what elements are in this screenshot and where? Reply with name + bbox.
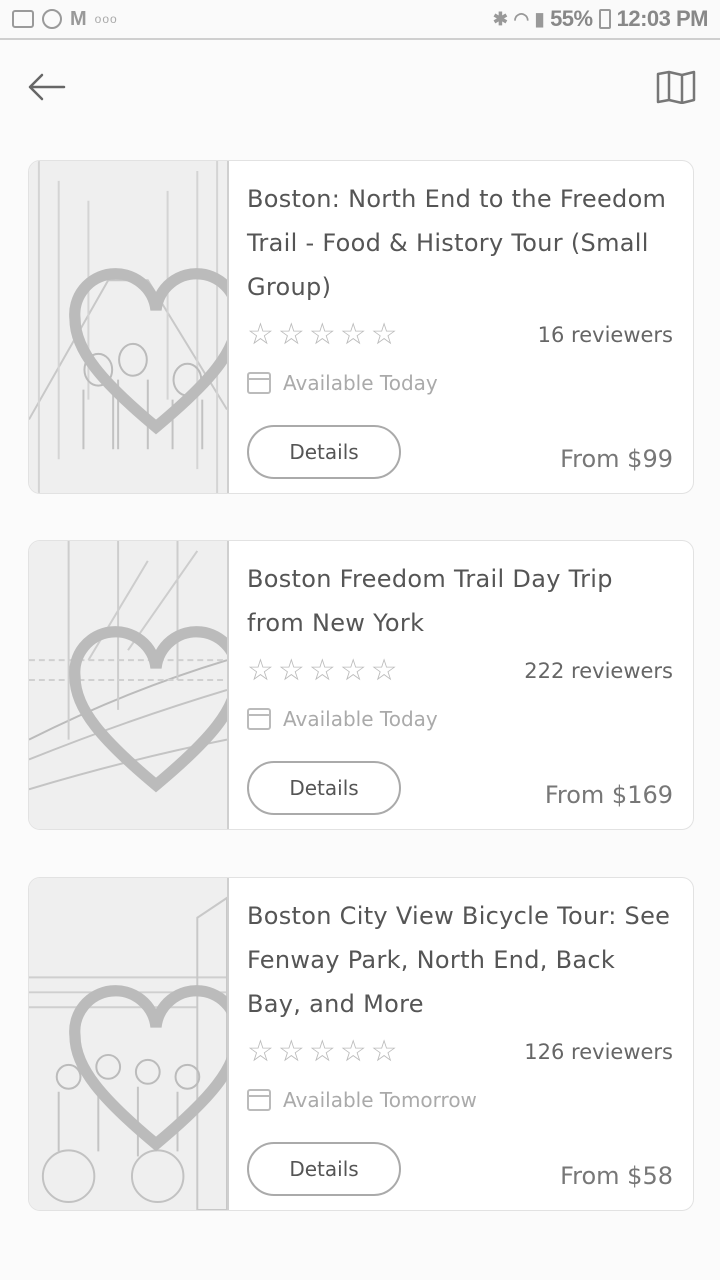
status-bar-right: ✱ ◠ ▮ 55% 12:03 PM [492, 6, 709, 32]
card-footer: Details From $99 [247, 425, 673, 479]
star-icon: ☆ [308, 653, 336, 688]
star-icon: ☆ [308, 317, 336, 352]
review-count: 126 reviewers [524, 1040, 673, 1064]
calendar-icon [247, 708, 271, 730]
star-icon: ☆ [308, 1034, 336, 1069]
tour-card[interactable]: Boston Freedom Trail Day Trip from New Y… [28, 540, 694, 830]
clock: 12:03 PM [616, 6, 709, 31]
pinwheel-icon [42, 9, 62, 29]
availability: Available Today [247, 699, 673, 739]
tour-title[interactable]: Boston: North End to the Freedom Trail -… [247, 177, 673, 309]
star-icon: ☆ [277, 653, 305, 688]
favorite-heart-icon[interactable] [57, 906, 229, 1210]
tour-title[interactable]: Boston Freedom Trail Day Trip from New Y… [247, 557, 673, 645]
star-icon: ☆ [277, 317, 305, 352]
rating-stars: ☆ ☆ ☆ ☆ ☆ [247, 656, 398, 686]
favorite-heart-icon[interactable] [57, 189, 229, 493]
star-icon: ☆ [339, 653, 367, 688]
price: From $99 [560, 445, 673, 473]
tour-image [29, 878, 229, 1210]
tour-info: Boston City View Bicycle Tour: See Fenwa… [247, 894, 673, 1120]
rating-row: ☆ ☆ ☆ ☆ ☆ 222 reviewers [247, 651, 673, 691]
tour-info: Boston: North End to the Freedom Trail -… [247, 177, 673, 403]
image-icon [12, 10, 34, 28]
review-count: 222 reviewers [524, 659, 673, 683]
more-dots-icon: ooo [94, 12, 118, 26]
rating-row: ☆ ☆ ☆ ☆ ☆ 16 reviewers [247, 315, 673, 355]
status-bar-left: M ooo [12, 8, 118, 31]
availability-text: Available Today [283, 371, 438, 395]
star-icon: ☆ [370, 653, 398, 688]
map-icon[interactable] [654, 65, 698, 109]
calendar-icon [247, 1089, 271, 1111]
star-icon: ☆ [339, 1034, 367, 1069]
tour-info: Boston Freedom Trail Day Trip from New Y… [247, 557, 673, 739]
details-button[interactable]: Details [247, 1142, 401, 1196]
app-bar [0, 42, 720, 132]
details-button[interactable]: Details [247, 761, 401, 815]
battery-percent: 55% [550, 6, 593, 31]
tour-image [29, 541, 229, 829]
rating-stars: ☆ ☆ ☆ ☆ ☆ [247, 1037, 398, 1067]
tour-card[interactable]: Boston: North End to the Freedom Trail -… [28, 160, 694, 494]
star-icon: ☆ [370, 1034, 398, 1069]
review-count: 16 reviewers [537, 323, 673, 347]
availability: Available Today [247, 363, 673, 403]
rating-stars: ☆ ☆ ☆ ☆ ☆ [247, 320, 398, 350]
wifi-icon: ◠ [513, 8, 529, 29]
tour-image [29, 161, 229, 493]
status-bar: M ooo ✱ ◠ ▮ 55% 12:03 PM [0, 0, 720, 40]
star-icon: ☆ [277, 1034, 305, 1069]
price: From $58 [560, 1162, 673, 1190]
star-icon: ☆ [370, 317, 398, 352]
price: From $169 [544, 781, 673, 809]
availability: Available Tomorrow [247, 1080, 673, 1120]
availability-text: Available Tomorrow [283, 1088, 477, 1112]
star-icon: ☆ [339, 317, 367, 352]
star-icon: ☆ [247, 317, 274, 352]
star-icon: ☆ [247, 653, 274, 688]
calendar-icon [247, 372, 271, 394]
card-footer: Details From $58 [247, 1142, 673, 1196]
tour-card[interactable]: Boston City View Bicycle Tour: See Fenwa… [28, 877, 694, 1211]
card-footer: Details From $169 [247, 761, 673, 815]
back-arrow-icon[interactable] [24, 65, 68, 109]
signal-icon: ▮ [534, 8, 545, 29]
favorite-heart-icon[interactable] [57, 569, 229, 829]
rating-row: ☆ ☆ ☆ ☆ ☆ 126 reviewers [247, 1032, 673, 1072]
availability-text: Available Today [283, 707, 438, 731]
details-button[interactable]: Details [247, 425, 401, 479]
star-icon: ☆ [247, 1034, 274, 1069]
bluetooth-icon: ✱ [492, 8, 508, 29]
tour-title[interactable]: Boston City View Bicycle Tour: See Fenwa… [247, 894, 673, 1026]
gmail-icon: M [70, 7, 87, 30]
battery-icon [598, 9, 611, 29]
